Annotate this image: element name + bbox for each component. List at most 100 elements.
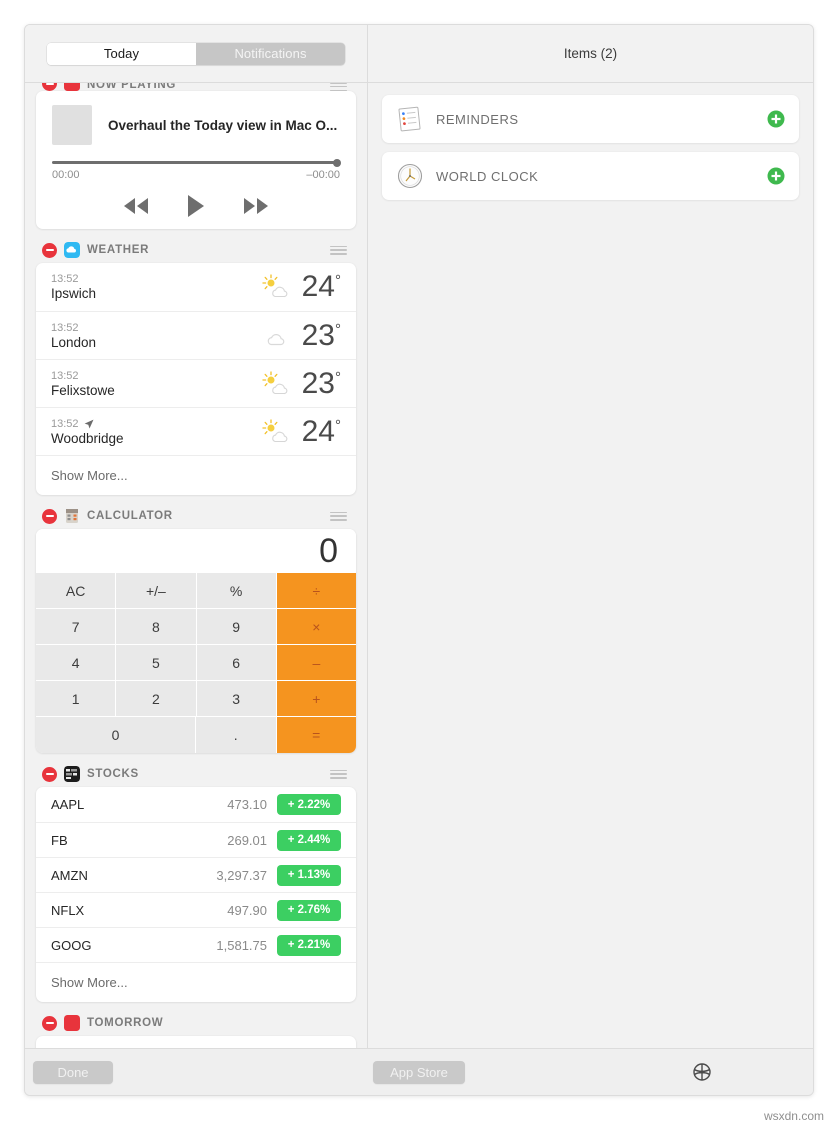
sun-behind-cloud-icon: [261, 274, 288, 298]
time-labels: 00:00 –00:00: [52, 169, 340, 181]
weather-row[interactable]: 13:52 London 23°: [36, 311, 356, 359]
done-button[interactable]: Done: [33, 1060, 113, 1084]
calc-key-5[interactable]: 5: [116, 645, 197, 681]
drag-handle-weather[interactable]: [330, 245, 347, 255]
weather-show-more-link[interactable]: Show More...: [36, 455, 356, 495]
elapsed-time: 00:00: [52, 169, 80, 181]
add-icon[interactable]: [767, 167, 785, 185]
weather-time-value: 13:52: [51, 321, 79, 334]
calc-key-4[interactable]: 4: [36, 645, 117, 681]
stock-row[interactable]: AAPL 473.10 + 2.22%: [36, 787, 356, 822]
stock-price: 1,581.75: [216, 937, 267, 953]
calc-key-equals[interactable]: =: [276, 717, 356, 753]
tab-today[interactable]: Today: [47, 42, 196, 65]
weather-header: WEATHER: [36, 237, 356, 263]
stock-symbol: GOOG: [51, 937, 92, 953]
app-store-button[interactable]: App Store: [373, 1060, 465, 1084]
calc-key-6[interactable]: 6: [196, 645, 277, 681]
sun-behind-cloud-icon: [261, 418, 288, 442]
remove-stocks-button[interactable]: [42, 766, 57, 782]
weather-time: 13:52: [51, 273, 262, 285]
weather-time-value: 13:52: [51, 273, 79, 285]
weather-time: 13:52: [51, 322, 262, 334]
stock-row[interactable]: NFLX 497.90 + 2.76%: [36, 892, 356, 927]
stock-price: 473.10: [227, 797, 267, 812]
calc-key-7[interactable]: 7: [36, 609, 117, 645]
stocks-show-more-link[interactable]: Show More...: [36, 962, 356, 1002]
calc-key-decimal[interactable]: .: [196, 717, 277, 753]
calc-key-9[interactable]: 9: [196, 609, 277, 645]
widget-gallery-column: Items (2) REMINDERS WORLD CLOCK: [368, 25, 813, 1048]
weather-row-info: 13:52 London: [51, 322, 262, 350]
now-playing-body: Overhaul the Today view in Mac O... 00:0…: [36, 91, 356, 229]
gallery-list: REMINDERS WORLD CLOCK: [368, 83, 813, 1048]
play-icon[interactable]: [187, 195, 205, 217]
stock-price: 497.90: [227, 902, 267, 918]
weather-row-info: 13:52 Ipswich: [51, 273, 262, 301]
tomorrow-card: [36, 1036, 356, 1048]
gallery-item-label: REMINDERS: [436, 111, 519, 127]
progress-track[interactable]: [52, 158, 341, 167]
temp-value: 24: [301, 414, 335, 448]
weather-row[interactable]: 13:52 Ipswich 24°: [36, 263, 356, 311]
progress-knob[interactable]: [333, 158, 341, 167]
weather-temperature: 24°: [301, 414, 341, 448]
weather-card: 13:52 Ipswich 24° 13:52 London 23° 13:52…: [36, 263, 356, 495]
calculator-keypad: AC +/– % ÷ 7 8 9 × 4 5 6 – 1 2 3 + 0 . =: [36, 573, 356, 753]
calculator-header: CALCULATOR: [36, 503, 356, 529]
remove-weather-button[interactable]: [42, 242, 57, 258]
calc-key-sign[interactable]: +/–: [116, 573, 197, 609]
calc-key-percent[interactable]: %: [196, 573, 277, 609]
weather-time-value: 13:52: [51, 417, 79, 430]
remove-now-playing-button[interactable]: [42, 83, 57, 91]
stock-symbol: AAPL: [51, 797, 85, 812]
temp-unit: °: [335, 272, 341, 289]
stock-change-badge: + 2.76%: [277, 899, 341, 921]
now-playing-card: Overhaul the Today view in Mac O... 00:0…: [36, 91, 356, 229]
calc-key-0[interactable]: 0: [36, 717, 196, 753]
gallery-item-world-clock[interactable]: WORLD CLOCK: [382, 152, 799, 200]
stocks-icon: [64, 766, 80, 782]
add-icon[interactable]: [767, 110, 785, 128]
calc-key-ac[interactable]: AC: [36, 573, 117, 609]
weather-time-value: 13:52: [51, 369, 79, 382]
weather-city: Felixstowe: [51, 382, 115, 398]
calc-key-1[interactable]: 1: [36, 681, 117, 717]
calc-key-minus[interactable]: –: [276, 645, 356, 681]
reminders-icon: [398, 106, 421, 132]
tomorrow-header: TOMORROW: [36, 1010, 356, 1036]
playback-controls: [52, 195, 340, 217]
tab-notifications[interactable]: Notifications: [196, 42, 345, 65]
gallery-item-reminders[interactable]: REMINDERS: [382, 95, 799, 143]
stock-row[interactable]: AMZN 3,297.37 + 1.13%: [36, 857, 356, 892]
calc-key-3[interactable]: 3: [196, 681, 277, 717]
segmented-control[interactable]: Today Notifications: [47, 42, 345, 65]
remove-tomorrow-button[interactable]: [42, 1015, 57, 1031]
stock-symbol: AMZN: [51, 867, 88, 883]
playback-progress[interactable]: 00:00 –00:00: [52, 158, 341, 181]
calc-key-multiply[interactable]: ×: [276, 609, 356, 645]
calc-key-plus[interactable]: +: [276, 681, 356, 717]
stock-symbol: NFLX: [51, 902, 85, 918]
fast-forward-icon[interactable]: [243, 198, 269, 214]
calc-key-2[interactable]: 2: [116, 681, 197, 717]
widget-scroll-area[interactable]: NOW PLAYING Overhaul the Today view in M…: [25, 83, 367, 1048]
gear-icon[interactable]: [691, 1061, 713, 1083]
stock-change-badge: + 2.21%: [277, 934, 341, 956]
weather-row[interactable]: 13:52 Felixstowe 23°: [36, 359, 356, 407]
stock-change-badge: + 2.22%: [277, 794, 341, 815]
world-clock-icon: [397, 163, 423, 189]
stock-row[interactable]: FB 269.01 + 2.44%: [36, 822, 356, 857]
calculator-row: 4 5 6 –: [36, 645, 356, 681]
weather-time: 13:52: [51, 418, 262, 430]
now-playing-header: NOW PLAYING: [36, 83, 356, 91]
remove-calculator-button[interactable]: [42, 508, 57, 524]
weather-row[interactable]: 13:52 Woodbridge 24°: [36, 407, 356, 455]
drag-handle-now-playing[interactable]: [330, 83, 347, 91]
drag-handle-calculator[interactable]: [330, 511, 347, 521]
drag-handle-stocks[interactable]: [330, 769, 347, 779]
stock-row[interactable]: GOOG 1,581.75 + 2.21%: [36, 927, 356, 962]
calc-key-8[interactable]: 8: [116, 609, 197, 645]
rewind-icon[interactable]: [123, 198, 149, 214]
calc-key-divide[interactable]: ÷: [276, 573, 356, 609]
